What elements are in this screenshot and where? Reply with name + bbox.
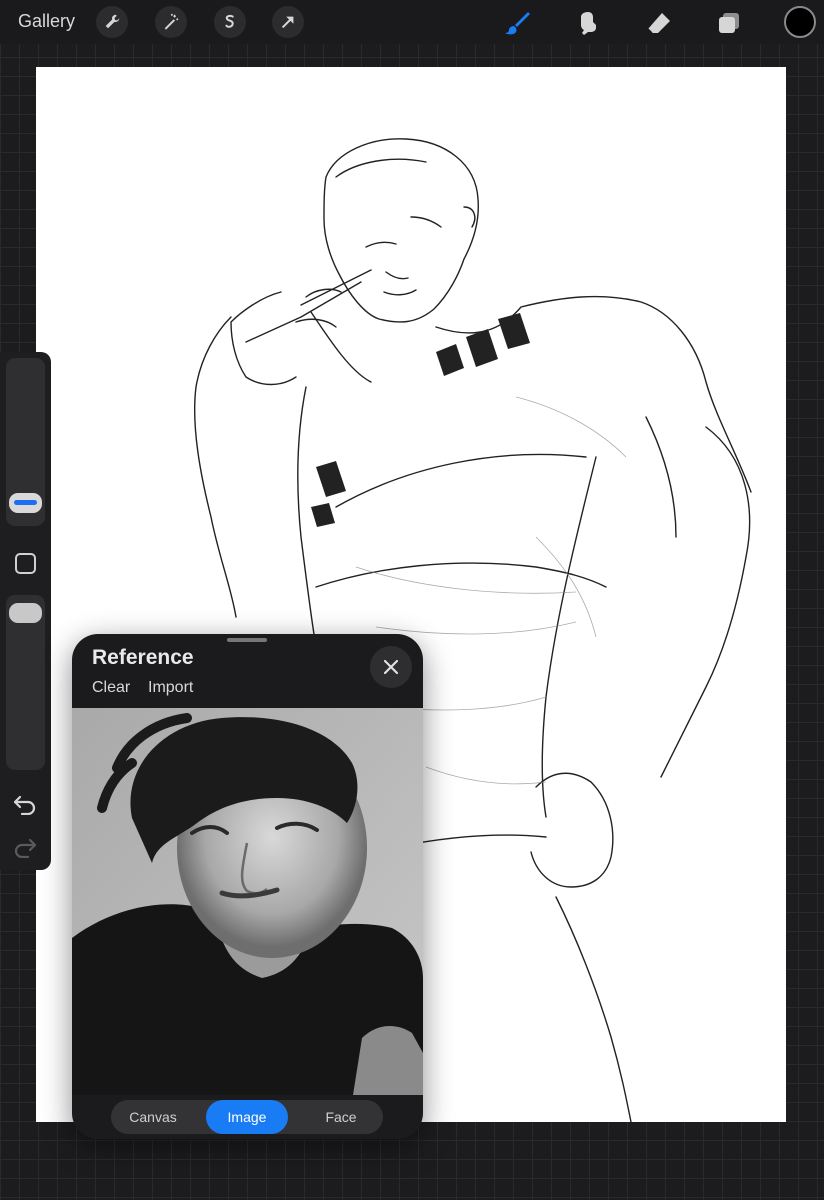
undo-icon[interactable] <box>13 793 37 816</box>
tab-face[interactable]: Face <box>299 1100 383 1134</box>
opacity-handle[interactable] <box>9 603 42 623</box>
import-button[interactable]: Import <box>148 679 193 697</box>
color-picker-button[interactable] <box>784 6 816 38</box>
layers-icon[interactable] <box>712 6 746 40</box>
eraser-icon[interactable] <box>642 6 676 40</box>
magic-wand-icon[interactable] <box>155 6 187 38</box>
reference-image <box>72 708 423 1095</box>
tab-canvas[interactable]: Canvas <box>111 1100 195 1134</box>
panel-drag-handle[interactable] <box>227 638 267 642</box>
left-sidebar <box>0 352 51 870</box>
brush-size-handle[interactable] <box>9 493 42 513</box>
transform-arrow-icon[interactable] <box>272 6 304 38</box>
reference-panel: Reference Clear Import Canvas Image Face <box>72 634 423 1139</box>
reference-mode-tabs: Canvas Image Face <box>111 1100 383 1134</box>
tab-image[interactable]: Image <box>206 1100 288 1134</box>
top-toolbar: Gallery <box>0 0 824 44</box>
selection-icon[interactable] <box>214 6 246 38</box>
smudge-icon[interactable] <box>571 6 605 40</box>
reference-title: Reference <box>92 646 194 669</box>
redo-icon[interactable] <box>13 836 37 859</box>
wrench-icon[interactable] <box>96 6 128 38</box>
gallery-button[interactable]: Gallery <box>18 11 75 32</box>
close-icon <box>383 659 399 675</box>
clear-button[interactable]: Clear <box>92 679 130 697</box>
close-button[interactable] <box>370 646 412 688</box>
modify-button[interactable] <box>15 553 36 574</box>
brush-icon[interactable] <box>500 6 534 40</box>
